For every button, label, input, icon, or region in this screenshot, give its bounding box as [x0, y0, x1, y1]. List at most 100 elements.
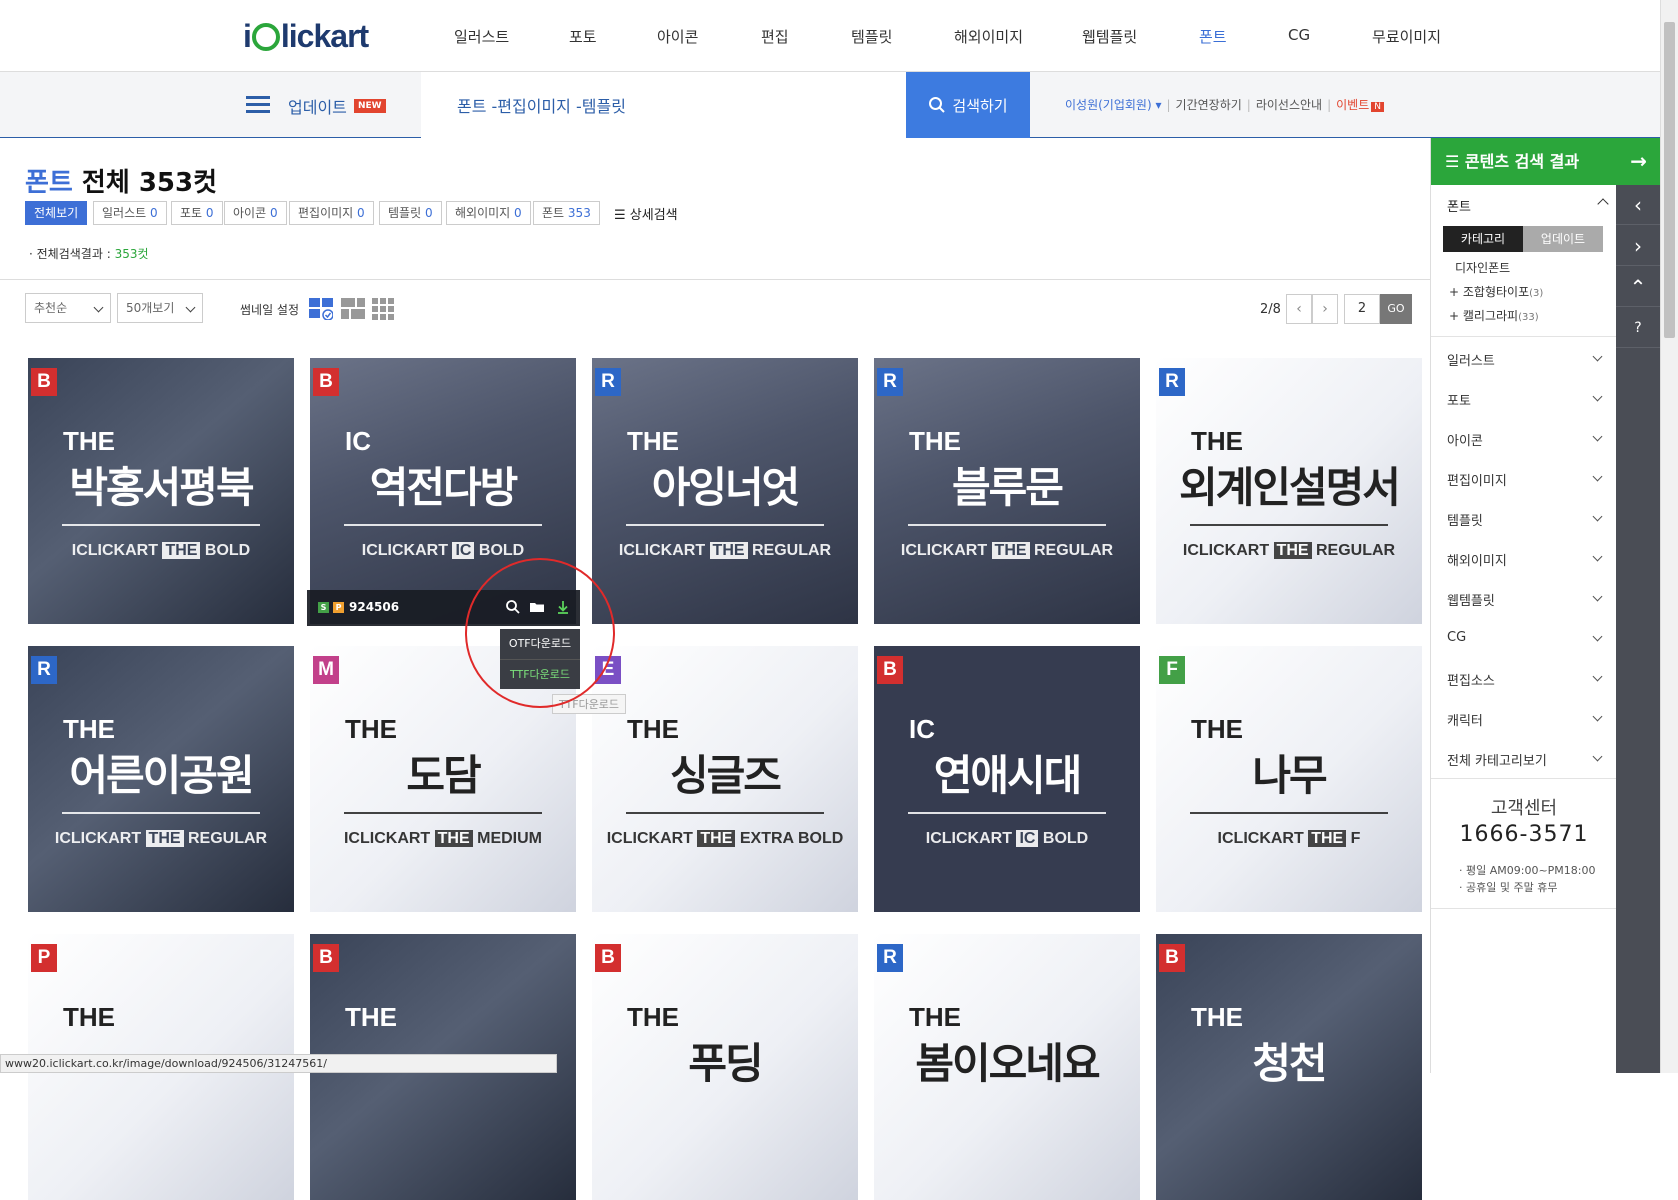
sub-combo-typo[interactable]: + 조합형타이포(3): [1449, 283, 1543, 300]
card-subtitle: ICLICKART IC BOLD: [925, 830, 1089, 847]
font-card[interactable]: R THE 외계인설명서 ICLICKART THE REGULAR: [1156, 358, 1422, 624]
quick-rail: ‹ › ⌃ ?: [1616, 185, 1660, 1073]
card-prefix: THE: [63, 1002, 115, 1032]
font-card[interactable]: R THE 아잉너엇 ICLICKART THE REGULAR: [592, 358, 858, 624]
sidebar-font-label[interactable]: 폰트: [1447, 196, 1471, 215]
total-results: · 전체검색결과 : 353컷: [29, 247, 149, 261]
sidebar-category-item[interactable]: 아이콘: [1447, 430, 1607, 449]
tab-update[interactable]: 업데이트: [1523, 226, 1603, 252]
gnav-template[interactable]: 템플릿: [851, 26, 892, 47]
gnav-webtemplate[interactable]: 웹템플릿: [1082, 26, 1137, 47]
card-divider: [344, 524, 542, 526]
font-card[interactable]: R THE 블루문 ICLICKART THE REGULAR: [874, 358, 1140, 624]
scroll-thumb[interactable]: [1664, 22, 1675, 338]
help-chat-icon[interactable]: ?: [1616, 308, 1660, 348]
sidebar-category-item[interactable]: 캐릭터: [1447, 710, 1607, 729]
filter-overseas[interactable]: 해외이미지 0: [446, 201, 531, 225]
sidebar-category-item[interactable]: 편집소스: [1447, 670, 1607, 689]
filter-icon[interactable]: 아이콘 0: [224, 201, 287, 225]
utility-nav: 이성원(기업회원) ▾ | 기간연장하기 | 라이선스안내 | 이벤트 N: [1065, 96, 1384, 113]
card-prefix: THE: [345, 1002, 397, 1032]
card-subtitle: ICLICKART THE MEDIUM: [343, 830, 542, 847]
gnav-edit[interactable]: 편집: [761, 26, 789, 47]
per-page-select[interactable]: 50개보기: [117, 293, 203, 323]
hamburger-menu-icon[interactable]: [246, 96, 270, 114]
sidebar-category-item[interactable]: 해외이미지: [1447, 550, 1607, 569]
card-subtitle: ICLICKART THE REGULAR: [618, 542, 832, 559]
filter-all[interactable]: 전체보기: [25, 201, 88, 225]
card-font-name: 싱글즈: [670, 751, 782, 800]
filter-editimage[interactable]: 편집이미지 0: [289, 201, 374, 225]
card-prefix: THE: [63, 426, 115, 456]
page-scrollbar[interactable]: [1660, 0, 1678, 1073]
card-badge: F: [1159, 656, 1185, 684]
search-button[interactable]: 검색하기: [906, 72, 1030, 138]
sidebar-category-item[interactable]: CG: [1447, 630, 1607, 645]
gnav-cg[interactable]: CG: [1288, 26, 1310, 44]
search-button-label: 검색하기: [952, 96, 1008, 115]
font-card[interactable]: B THE 박홍서평북 ICLICKART THE BOLD: [28, 358, 294, 624]
sidebar-category-item[interactable]: 웹템플릿: [1447, 590, 1607, 609]
chevron-right-icon[interactable]: ›: [1616, 226, 1660, 266]
design-font-link[interactable]: 디자인폰트: [1455, 259, 1510, 276]
card-font-name: 봄이오네요: [915, 1039, 1100, 1088]
filter-font[interactable]: 폰트 353: [533, 201, 600, 225]
gnav-icon[interactable]: 아이콘: [657, 26, 698, 47]
font-card[interactable]: F THE 나무 ICLICKART THE F: [1156, 646, 1422, 912]
view-large-icon[interactable]: [309, 298, 333, 320]
advanced-search-link[interactable]: ☰ 상세검색: [614, 204, 678, 223]
divider: [0, 279, 1430, 280]
card-font-name: 나무: [1252, 751, 1327, 800]
prev-page-button[interactable]: ‹: [1286, 294, 1312, 324]
gnav-overseas[interactable]: 해외이미지: [954, 26, 1023, 47]
card-badge: R: [877, 368, 903, 396]
card-font-name: 블루문: [952, 463, 1064, 512]
card-badge: B: [877, 656, 903, 684]
font-card[interactable]: B IC 연애시대 ICLICKART IC BOLD: [874, 646, 1140, 912]
tab-category[interactable]: 카테고리: [1443, 226, 1523, 252]
title-prefix: 전체: [81, 168, 130, 198]
gnav-photo[interactable]: 포토: [569, 26, 597, 47]
font-card[interactable]: B THE 푸딩: [592, 934, 858, 1200]
extend-link[interactable]: 기간연장하기: [1176, 98, 1242, 112]
sidebar-category-item[interactable]: 일러스트: [1447, 350, 1607, 369]
sub-calligraphy[interactable]: + 캘리그라피(33): [1449, 307, 1539, 324]
license-link[interactable]: 라이선스안내: [1256, 98, 1322, 112]
sidebar-category-item[interactable]: 템플릿: [1447, 510, 1607, 529]
arrow-right-icon[interactable]: →: [1630, 138, 1647, 185]
filter-template[interactable]: 템플릿 0: [379, 201, 442, 225]
user-menu[interactable]: 이성원(기업회원): [1065, 98, 1152, 112]
gnav-free[interactable]: 무료이미지: [1372, 26, 1441, 47]
filter-photo[interactable]: 포토 0: [171, 201, 223, 225]
view-small-icon[interactable]: [372, 298, 396, 320]
event-link[interactable]: 이벤트: [1336, 98, 1369, 112]
top-navigation: i lickart 일러스트 포토 아이콘 편집 템플릿 해외이미지 웹템플릿 폰…: [0, 0, 1660, 72]
chevron-left-icon[interactable]: ‹: [1616, 185, 1660, 225]
update-link[interactable]: 업데이트: [288, 94, 347, 118]
page-number-input[interactable]: 2: [1344, 294, 1380, 324]
card-font-name: 아잉너엇: [651, 463, 801, 512]
filter-illust[interactable]: 일러스트 0: [93, 201, 167, 225]
chevron-up-rail-icon[interactable]: ⌃: [1616, 267, 1660, 307]
gnav-font[interactable]: 폰트: [1199, 26, 1227, 47]
gnav-illust[interactable]: 일러스트: [454, 26, 509, 47]
font-card[interactable]: B THE 청천: [1156, 934, 1422, 1200]
title-category: 폰트: [25, 168, 73, 198]
next-page-button[interactable]: ›: [1312, 294, 1338, 324]
chevron-up-icon[interactable]: [1597, 198, 1609, 210]
search-input[interactable]: [421, 72, 861, 138]
card-font-name: 푸딩: [688, 1039, 763, 1088]
font-card[interactable]: R THE 어른이공원 ICLICKART THE REGULAR: [28, 646, 294, 912]
sidebar-category-item[interactable]: 편집이미지: [1447, 470, 1607, 489]
caret-down-icon[interactable]: ▾: [1152, 98, 1161, 112]
title-count: 353컷: [138, 168, 218, 198]
view-medium-icon[interactable]: [341, 298, 365, 320]
font-card[interactable]: E THE 싱글즈 ICLICKART THE EXTRA BOLD: [592, 646, 858, 912]
font-card[interactable]: R THE 봄이오네요: [874, 934, 1140, 1200]
sort-select[interactable]: 추천순: [25, 293, 111, 323]
sidebar-header[interactable]: ☰ 콘텐츠 검색 결과 →: [1431, 138, 1661, 185]
sidebar-category-item[interactable]: 전체 카테고리보기: [1447, 750, 1607, 769]
advanced-search-label: 상세검색: [629, 208, 678, 223]
sidebar-category-item[interactable]: 포토: [1447, 390, 1607, 409]
go-button[interactable]: GO: [1380, 294, 1412, 324]
